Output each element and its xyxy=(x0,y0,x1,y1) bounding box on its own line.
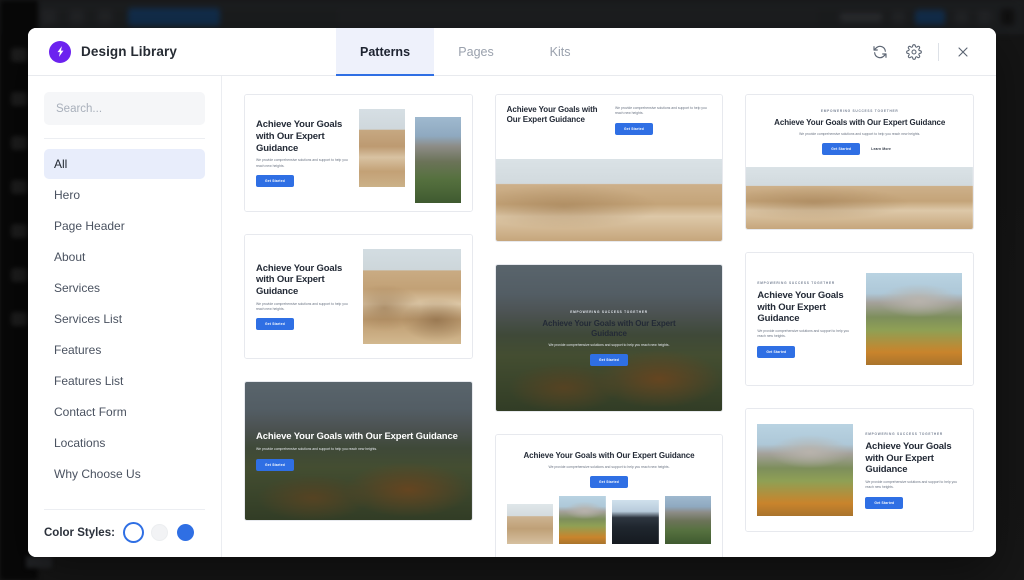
pattern-card[interactable]: EMPOWERING SUCCESS TOGETHER Achieve Your… xyxy=(745,94,975,231)
pattern-heading: Achieve Your Goals with Our Expert Guida… xyxy=(256,119,343,154)
search-field[interactable] xyxy=(44,92,210,125)
tab-bar: Patterns Pages Kits xyxy=(336,28,602,76)
pattern-image xyxy=(495,159,723,241)
color-swatches xyxy=(124,524,194,541)
pattern-heading: Achieve Your Goals with Our Expert Guida… xyxy=(757,289,844,325)
design-library-modal: Design Library Patterns Pages Kits Searc… xyxy=(28,28,996,557)
close-icon xyxy=(958,46,968,57)
pattern-cta[interactable]: Get Started xyxy=(615,122,653,135)
sidebar-item-page-header[interactable]: Page Header xyxy=(44,211,205,241)
pattern-card[interactable]: Achieve Your Goals with Our Expert Guida… xyxy=(494,94,724,242)
color-styles-label: Color Styles: xyxy=(44,526,115,539)
sidebar-item-features[interactable]: Features xyxy=(44,335,205,365)
pattern-card[interactable]: Achieve Your Goals with Our Expert Guida… xyxy=(494,434,724,557)
pattern-heading: Achieve Your Goals with Our Expert Guida… xyxy=(523,451,695,460)
sidebar-item-features-list[interactable]: Features List xyxy=(44,366,205,396)
pattern-image xyxy=(559,496,607,545)
grid-column-2: Achieve Your Goals with Our Expert Guida… xyxy=(494,94,724,557)
sidebar-item-contact-form[interactable]: Contact Form xyxy=(44,397,205,427)
pattern-card[interactable]: EMPOWERING SUCCESS TOGETHER Achieve Your… xyxy=(494,264,724,412)
settings-button[interactable] xyxy=(897,35,931,69)
pattern-heading: Achieve Your Goals with Our Expert Guida… xyxy=(256,431,458,443)
pattern-description: We provide comprehensive solutions and s… xyxy=(256,301,348,312)
header-divider xyxy=(938,42,939,61)
pattern-cta[interactable]: Get Started xyxy=(590,476,628,489)
tab-kits[interactable]: Kits xyxy=(518,28,602,75)
sidebar: All Hero Page Header About Services Serv… xyxy=(28,76,222,557)
pattern-heading: Achieve Your Goals with Our Expert Guida… xyxy=(542,318,676,338)
pattern-heading: Achieve Your Goals with Our Expert Guida… xyxy=(774,118,946,127)
pattern-eyebrow: EMPOWERING SUCCESS TOGETHER xyxy=(757,280,835,285)
pattern-image xyxy=(866,273,963,366)
pattern-eyebrow: EMPOWERING SUCCESS TOGETHER xyxy=(820,109,899,113)
pattern-cta[interactable]: Get Started xyxy=(757,345,796,358)
pattern-cta[interactable]: Get Started xyxy=(865,496,904,509)
swatch-white-selected[interactable] xyxy=(124,524,142,541)
gear-icon xyxy=(906,43,922,60)
grid-column-3: EMPOWERING SUCCESS TOGETHER Achieve Your… xyxy=(745,94,975,533)
search-input[interactable] xyxy=(56,102,210,115)
sidebar-item-services[interactable]: Services xyxy=(44,273,205,303)
pattern-cta[interactable]: Get Started xyxy=(822,143,861,156)
header-actions xyxy=(863,28,996,75)
pattern-description: We provide comprehensive solutions and s… xyxy=(256,158,348,168)
brand: Design Library xyxy=(28,28,336,75)
swatch-blue[interactable] xyxy=(176,524,194,541)
pattern-eyebrow: EMPOWERING SUCCESS TOGETHER xyxy=(570,309,648,314)
pattern-image xyxy=(664,496,712,545)
tab-pages[interactable]: Pages xyxy=(434,28,518,75)
pattern-image xyxy=(358,109,405,187)
pattern-image xyxy=(362,249,461,344)
close-button[interactable] xyxy=(946,35,980,69)
pattern-heading: Achieve Your Goals with Our Expert Guida… xyxy=(865,440,952,476)
refresh-button[interactable] xyxy=(863,35,897,69)
tab-patterns[interactable]: Patterns xyxy=(336,28,435,76)
pattern-image xyxy=(612,500,659,545)
sidebar-item-hero[interactable]: Hero xyxy=(44,180,205,210)
pattern-heading: Achieve Your Goals with Our Expert Guida… xyxy=(506,105,598,124)
pattern-image xyxy=(757,424,854,517)
pattern-cta[interactable]: Get Started xyxy=(256,318,294,331)
pattern-card[interactable]: Achieve Your Goals with Our Expert Guida… xyxy=(244,234,473,359)
pattern-cta[interactable]: Get Started xyxy=(256,458,294,471)
swatch-light[interactable] xyxy=(150,524,168,541)
sidebar-item-all[interactable]: All xyxy=(44,149,205,179)
pattern-grid-scroll[interactable]: Achieve Your Goals with Our Expert Guida… xyxy=(222,76,996,557)
pattern-heading: Achieve Your Goals with Our Expert Guida… xyxy=(256,262,343,298)
pattern-grid: Achieve Your Goals with Our Expert Guida… xyxy=(244,94,975,557)
grid-column-1: Achieve Your Goals with Our Expert Guida… xyxy=(244,94,473,521)
pattern-description: We provide comprehensive solutions and s… xyxy=(757,329,850,339)
sidebar-item-why-choose-us[interactable]: Why Choose Us xyxy=(44,459,205,489)
pattern-image xyxy=(414,117,461,203)
sidebar-item-services-list[interactable]: Services List xyxy=(44,304,205,334)
pattern-card[interactable]: EMPOWERING SUCCESS TOGETHER Achieve Your… xyxy=(745,408,975,533)
pattern-cta-secondary[interactable]: Learn More xyxy=(865,143,897,155)
sidebar-divider xyxy=(44,138,205,139)
pattern-description: We provide comprehensive solutions and s… xyxy=(865,480,958,490)
modal-body: All Hero Page Header About Services Serv… xyxy=(28,76,996,557)
pattern-image xyxy=(506,504,554,545)
pattern-eyebrow: EMPOWERING SUCCESS TOGETHER xyxy=(865,431,943,436)
pattern-cta[interactable]: Get Started xyxy=(590,354,628,367)
modal-header: Design Library Patterns Pages Kits xyxy=(28,28,996,76)
color-styles: Color Styles: xyxy=(44,509,205,557)
refresh-icon xyxy=(873,45,887,58)
pattern-card[interactable]: Achieve Your Goals with Our Expert Guida… xyxy=(244,381,473,521)
pattern-description: We provide comprehensive solutions and s… xyxy=(615,106,707,116)
sidebar-item-locations[interactable]: Locations xyxy=(44,428,205,458)
pattern-image xyxy=(746,167,974,230)
pattern-card[interactable]: EMPOWERING SUCCESS TOGETHER Achieve Your… xyxy=(745,252,975,387)
sidebar-item-about[interactable]: About xyxy=(44,242,205,272)
pattern-card[interactable]: Achieve Your Goals with Our Expert Guida… xyxy=(244,94,473,212)
category-list: All Hero Page Header About Services Serv… xyxy=(44,149,205,490)
app-title: Design Library xyxy=(81,44,177,59)
bolt-icon xyxy=(49,40,71,63)
pattern-cta[interactable]: Get Started xyxy=(256,174,294,187)
